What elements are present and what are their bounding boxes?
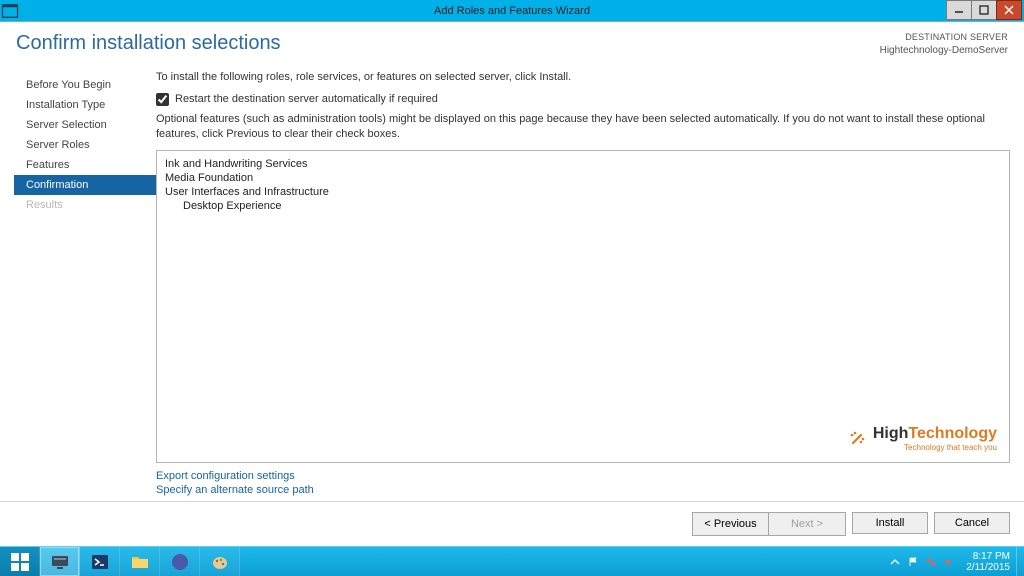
step-features[interactable]: Features [14, 155, 156, 175]
restart-label: Restart the destination server automatic… [175, 93, 438, 105]
watermark: HighTechnology Technology that teach you [847, 426, 997, 452]
links-block: Export configuration settings Specify an… [156, 469, 1010, 497]
task-server-manager[interactable] [40, 547, 80, 576]
taskbar-spacer [240, 547, 884, 576]
watermark-text: HighTechnology Technology that teach you [873, 426, 997, 452]
task-explorer[interactable] [120, 547, 160, 576]
flag-icon[interactable] [906, 555, 920, 569]
step-before-you-begin[interactable]: Before You Begin [14, 75, 156, 95]
destination-block: DESTINATION SERVER Hightechnology-DemoSe… [880, 32, 1008, 57]
restart-checkbox-row: Restart the destination server automatic… [156, 93, 1010, 106]
minimize-button[interactable] [946, 0, 972, 20]
wizard-sidebar: Before You Begin Installation Type Serve… [14, 71, 156, 501]
optional-text: Optional features (such as administratio… [156, 112, 1010, 143]
main-panel: To install the following roles, role ser… [156, 71, 1010, 501]
nav-button-pair: < Previous Next > [692, 512, 846, 536]
task-powershell[interactable] [80, 547, 120, 576]
clock-date: 2/11/2015 [966, 562, 1010, 573]
step-installation-type[interactable]: Installation Type [14, 95, 156, 115]
previous-button[interactable]: < Previous [693, 513, 769, 535]
window-title: Add Roles and Features Wizard [0, 5, 1024, 17]
destination-server: Hightechnology-DemoServer [880, 44, 1008, 57]
intro-text: To install the following roles, role ser… [156, 71, 1010, 83]
watermark-tagline: Technology that teach you [873, 444, 997, 452]
cancel-button[interactable]: Cancel [934, 512, 1010, 534]
taskbar-clock[interactable]: 8:17 PM 2/11/2015 [960, 547, 1016, 576]
content-row: Before You Begin Installation Type Serve… [0, 63, 1024, 501]
close-button[interactable] [996, 0, 1022, 20]
destination-label: DESTINATION SERVER [880, 32, 1008, 44]
app-icon [0, 0, 20, 21]
show-desktop-button[interactable] [1016, 547, 1024, 576]
volume-icon[interactable] [942, 555, 956, 569]
taskbar: 8:17 PM 2/11/2015 [0, 546, 1024, 576]
restart-checkbox[interactable] [156, 93, 169, 106]
list-item: User Interfaces and Infrastructure [165, 185, 1001, 199]
wizard-buttons: < Previous Next > Install Cancel [0, 501, 1024, 546]
system-tray[interactable] [884, 547, 960, 576]
header-row: Confirm installation selections DESTINAT… [0, 22, 1024, 63]
step-confirmation[interactable]: Confirmation [14, 175, 156, 195]
features-listbox[interactable]: Ink and Handwriting Services Media Found… [156, 150, 1010, 463]
list-item: Ink and Handwriting Services [165, 157, 1001, 171]
list-item: Desktop Experience [165, 199, 1001, 213]
alt-source-link[interactable]: Specify an alternate source path [156, 483, 1010, 497]
install-button[interactable]: Install [852, 512, 928, 534]
step-server-selection[interactable]: Server Selection [14, 115, 156, 135]
wizard-body: Confirm installation selections DESTINAT… [0, 22, 1024, 546]
clock-time: 8:17 PM [966, 551, 1010, 562]
watermark-icon [847, 429, 867, 449]
next-button: Next > [769, 513, 845, 535]
titlebar: Add Roles and Features Wizard [0, 0, 1024, 22]
step-results: Results [14, 195, 156, 215]
tray-up-icon[interactable] [888, 555, 902, 569]
task-firefox[interactable] [160, 547, 200, 576]
watermark-suffix: Technology [908, 425, 997, 442]
page-title: Confirm installation selections [16, 32, 880, 55]
start-button[interactable] [0, 547, 40, 576]
task-paint[interactable] [200, 547, 240, 576]
list-item: Media Foundation [165, 171, 1001, 185]
window-controls [947, 0, 1022, 21]
watermark-prefix: High [873, 425, 909, 442]
step-server-roles[interactable]: Server Roles [14, 135, 156, 155]
network-icon[interactable] [924, 555, 938, 569]
maximize-button[interactable] [971, 0, 997, 20]
export-config-link[interactable]: Export configuration settings [156, 469, 1010, 483]
